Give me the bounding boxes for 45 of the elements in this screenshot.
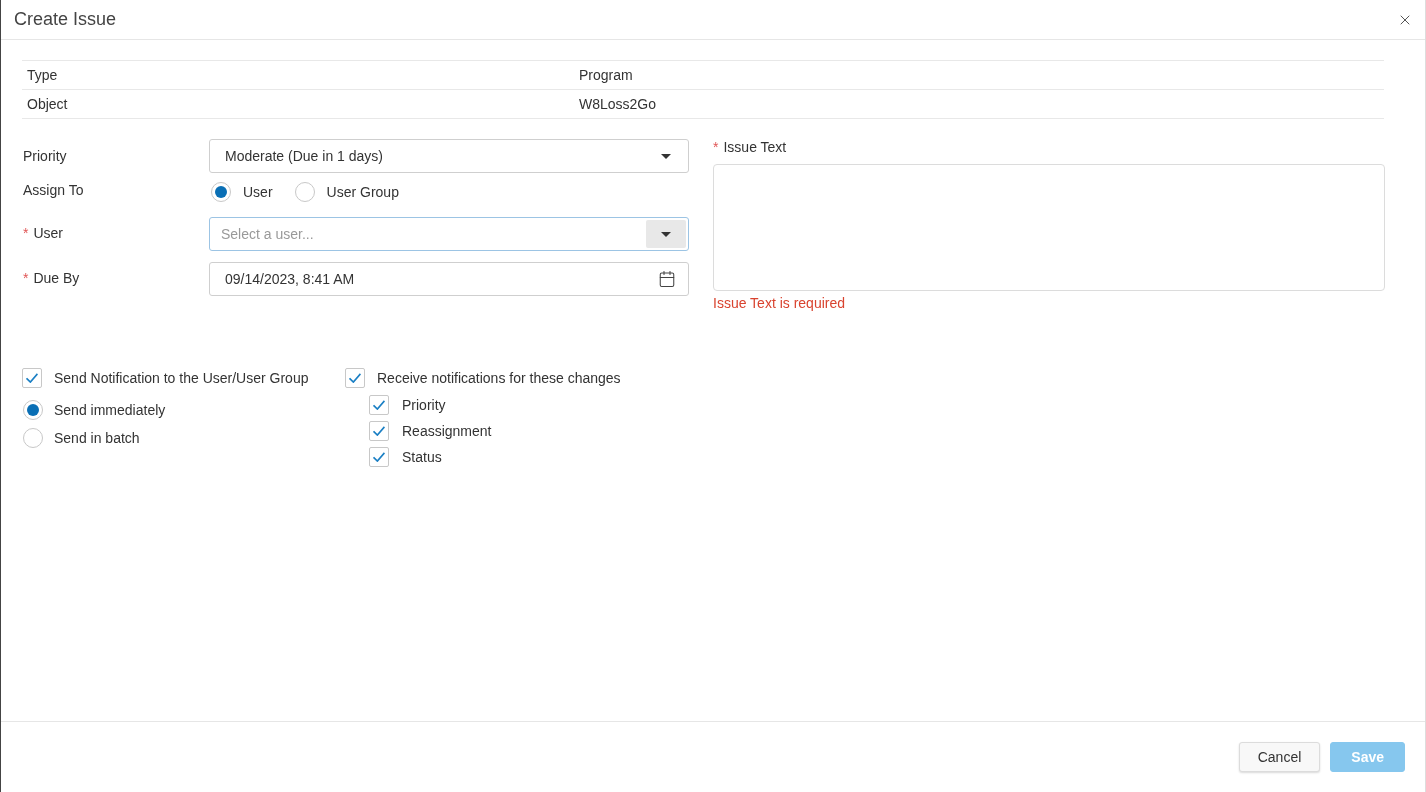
checked-checkbox[interactable]	[369, 421, 389, 441]
radio-label: User Group	[326, 182, 399, 202]
field-label: User	[33, 223, 63, 243]
calendar-icon	[658, 270, 676, 288]
check-icon	[373, 400, 385, 410]
checked-checkbox[interactable]	[345, 368, 365, 388]
field-label: Issue Text	[723, 138, 787, 157]
radio-button[interactable]	[23, 428, 43, 448]
check-icon	[26, 373, 38, 383]
check-icon	[373, 452, 385, 462]
checkbox-label: Reassignment	[402, 421, 492, 441]
checkbox-label: Receive notifications for these changes	[377, 368, 621, 388]
priority-select[interactable]: Moderate (Due in 1 days)	[209, 139, 689, 173]
selected-radio-button[interactable]	[23, 400, 43, 420]
required-mark: *	[23, 268, 29, 288]
selected-radio-button[interactable]	[211, 182, 231, 202]
field-label: Priority	[23, 147, 67, 164]
checked-checkbox[interactable]	[369, 447, 389, 467]
table-cell: Type	[27, 66, 58, 83]
radio-button[interactable]	[294, 182, 315, 202]
required-mark: *	[23, 223, 29, 243]
field-label: Assign To	[23, 181, 84, 198]
required-mark: *	[713, 138, 719, 157]
table-cell-text: W8Loss2Go	[578, 94, 657, 114]
radio-label: User	[243, 182, 273, 202]
dialog-title: Create Issue	[14, 8, 117, 31]
checkbox-label: Priority	[402, 395, 446, 415]
date-time-field[interactable]: 09/14/2023, 8:41 AM	[209, 262, 689, 296]
caret-icon	[661, 153, 671, 159]
check-icon	[373, 426, 385, 436]
issue-text-field[interactable]	[713, 164, 1385, 291]
dropdown-button[interactable]	[646, 220, 686, 248]
checked-checkbox[interactable]	[369, 395, 389, 415]
error-message: Issue Text is required	[713, 295, 846, 311]
radio-label: Send in batch	[54, 428, 140, 448]
caret-icon	[661, 231, 671, 237]
checked-checkbox[interactable]	[22, 368, 42, 388]
table-cell: Object	[27, 95, 68, 112]
cancel-button[interactable]: Cancel	[1238, 742, 1321, 772]
checkbox-label: Status	[402, 447, 442, 467]
field-label: Due By	[33, 268, 80, 288]
check-icon	[349, 373, 361, 383]
radio-label: Send immediately	[54, 400, 166, 420]
checkbox-label: Send Notification to the User/User Group	[54, 368, 309, 388]
table-cell-text: Program	[578, 65, 633, 85]
